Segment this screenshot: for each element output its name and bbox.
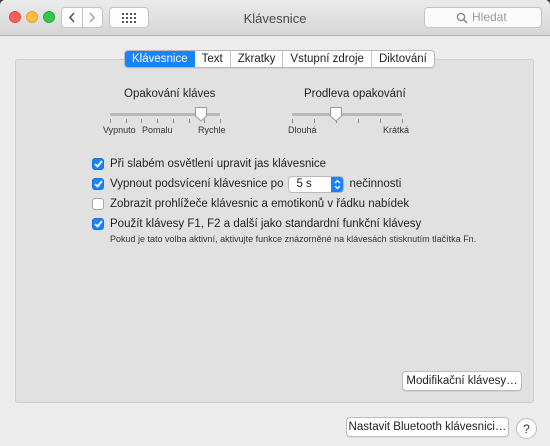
modifier-keys-button[interactable]: Modifikační klávesy…: [402, 371, 522, 391]
show-viewers-label: Zobrazit prohlížeče klávesnic a emotikon…: [110, 198, 410, 210]
search-field[interactable]: Hledat: [424, 7, 542, 28]
search-icon: [456, 12, 468, 24]
preferences-window: Klávesnice Hledat Klávesnice Text Zkratk…: [0, 0, 550, 446]
slider-tick: [402, 119, 403, 123]
backlight-timeout-select[interactable]: 5 s: [288, 175, 345, 193]
adjust-brightness-checkbox[interactable]: [92, 158, 104, 170]
stepper-arrows-icon: [331, 176, 344, 192]
tab-keyboard[interactable]: Klávesnice: [125, 51, 195, 67]
key-repeat-label-slow: Pomalu: [142, 125, 173, 135]
fn-keys-checkbox[interactable]: [92, 218, 104, 230]
checkmark-icon: [93, 220, 103, 228]
backlight-off-option[interactable]: Vypnout podsvícení klávesnice po 5 s neč…: [92, 175, 402, 193]
slider-tick: [110, 119, 111, 123]
delay-until-repeat-slider[interactable]: [292, 113, 402, 116]
slider-tick: [292, 119, 293, 123]
adjust-brightness-label: Při slabém osvětlení upravit jas klávesn…: [110, 158, 327, 170]
help-button[interactable]: ?: [516, 418, 537, 439]
key-repeat-slider-thumb[interactable]: [194, 106, 208, 122]
fn-keys-option[interactable]: Použít klávesy F1, F2 a další jako stand…: [92, 216, 421, 232]
adjust-brightness-option[interactable]: Při slabém osvětlení upravit jas klávesn…: [92, 156, 326, 172]
backlight-timeout-value: 5 s: [296, 178, 312, 190]
key-repeat-label-fast: Rychle: [198, 125, 226, 135]
checkmark-icon: [93, 180, 103, 188]
slider-tick: [380, 119, 381, 123]
checkmark-icon: [93, 160, 103, 168]
slider-tick: [157, 119, 158, 123]
backlight-off-suffix: nečinnosti: [349, 178, 402, 190]
tab-dictation[interactable]: Diktování: [370, 51, 434, 67]
show-viewers-checkbox[interactable]: [92, 198, 104, 210]
slider-tick: [126, 119, 127, 123]
title-bar: Klávesnice Hledat: [0, 0, 550, 36]
slider-tick: [141, 119, 142, 123]
tab-shortcuts[interactable]: Zkratky: [229, 51, 283, 67]
delay-label-short: Krátká: [383, 125, 410, 135]
slider-tick: [189, 119, 190, 123]
backlight-off-label: Vypnout podsvícení klávesnice po: [110, 178, 284, 190]
delay-label-long: Dlouhá: [288, 125, 317, 135]
slider-tick: [358, 119, 359, 123]
slider-tick: [314, 119, 315, 123]
slider-tick: [173, 119, 174, 123]
delay-until-repeat-title: Prodleva opakování: [304, 88, 406, 100]
fn-keys-note: Pokud je tato volba aktivní, aktivujte f…: [110, 234, 477, 244]
search-placeholder: Hledat: [472, 10, 507, 24]
slider-tick: [220, 119, 221, 123]
bluetooth-keyboard-button[interactable]: Nastavit Bluetooth klávesnici…: [346, 417, 509, 437]
key-repeat-label-off: Vypnuto: [103, 125, 136, 135]
backlight-off-checkbox[interactable]: [92, 178, 104, 190]
tab-input-sources[interactable]: Vstupní zdroje: [282, 51, 371, 67]
show-viewers-option[interactable]: Zobrazit prohlížeče klávesnic a emotikon…: [92, 196, 409, 212]
delay-until-repeat-slider-thumb[interactable]: [329, 106, 343, 122]
fn-keys-label: Použít klávesy F1, F2 a další jako stand…: [110, 218, 422, 230]
tab-bar: Klávesnice Text Zkratky Vstupní zdroje D…: [124, 50, 435, 68]
key-repeat-title: Opakování kláves: [124, 88, 216, 100]
tab-text[interactable]: Text: [195, 51, 230, 67]
